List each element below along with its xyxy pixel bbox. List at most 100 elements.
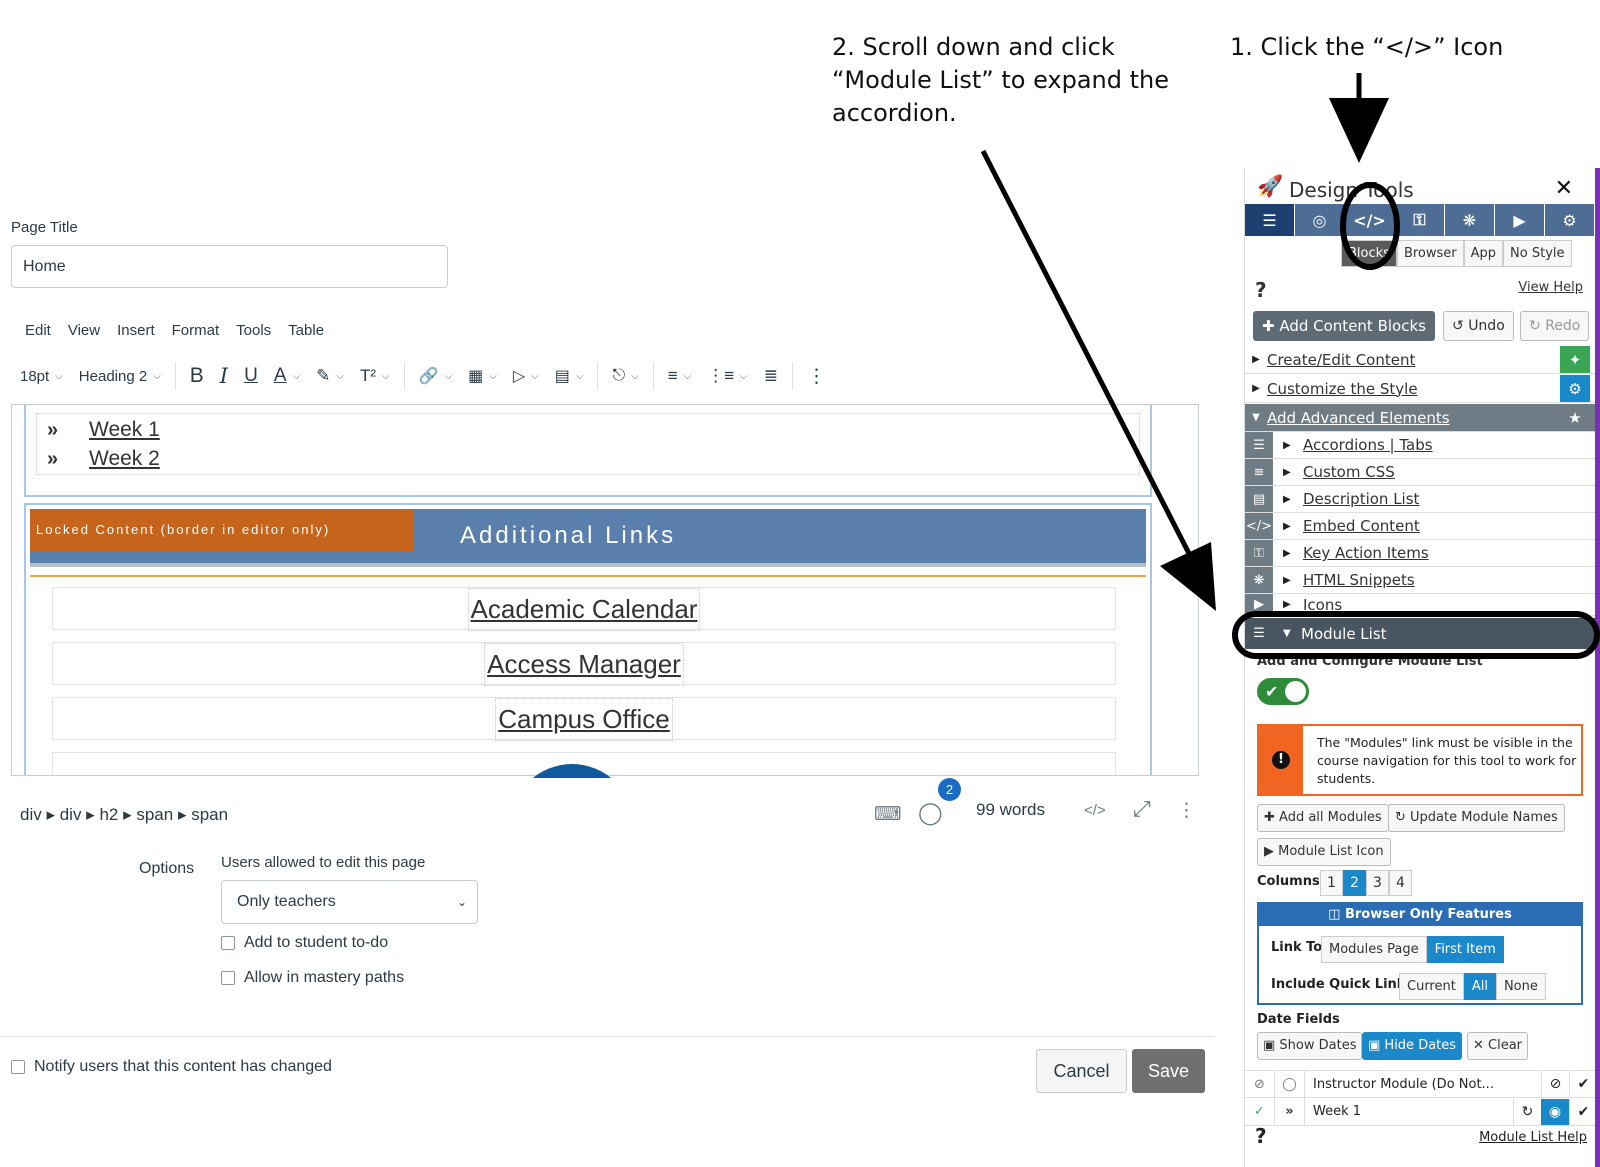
adv-label[interactable]: Accordions | Tabs — [1303, 436, 1433, 454]
html-view-icon[interactable]: </> — [1084, 802, 1106, 819]
adv-icons[interactable]: ▶ ▶ Icons — [1245, 594, 1595, 616]
section-label[interactable]: Customize the Style — [1267, 380, 1418, 398]
link-to-option[interactable]: First Item — [1426, 936, 1504, 963]
keyboard-icon[interactable]: ⌨ — [874, 803, 901, 826]
adv-embed[interactable]: </> ▶ Embed Content — [1245, 513, 1595, 540]
tab-code-icon[interactable]: </> — [1345, 204, 1395, 236]
more-icon[interactable]: ⋮ — [799, 358, 834, 394]
mode-app[interactable]: App — [1463, 240, 1504, 267]
link-to-option[interactable]: Modules Page — [1321, 936, 1427, 963]
save-button[interactable]: Save — [1132, 1049, 1205, 1093]
page-title-input[interactable]: Home — [11, 245, 448, 288]
help-icon[interactable]: ? — [1255, 278, 1267, 302]
shield-icon[interactable]: ◯ — [1275, 1070, 1305, 1098]
adv-accordions[interactable]: ☰ ▶ Accordions | Tabs — [1245, 432, 1595, 459]
week-link[interactable]: Week 2 — [83, 447, 160, 471]
text-color-icon[interactable]: A ⌵ — [266, 358, 308, 394]
accessibility-icon[interactable]: ◯ — [918, 800, 943, 826]
plugin-icon[interactable]: ⎋ ⌵ — [604, 358, 646, 394]
check-icon[interactable]: ✔ — [1569, 1071, 1597, 1097]
section-create-edit[interactable]: ▶ Create/Edit Content ✦ — [1245, 346, 1595, 374]
font-size-select[interactable]: 18pt ⌵ — [12, 358, 71, 394]
module-list-toggle[interactable]: ✔ — [1257, 678, 1309, 705]
edit-permission-select[interactable]: Only teachers ⌄ — [221, 880, 478, 924]
highlight-icon[interactable]: ✎ ⌵ — [308, 358, 352, 394]
menu-view[interactable]: View — [68, 322, 100, 339]
notify-checkbox[interactable] — [11, 1059, 25, 1074]
menu-insert[interactable]: Insert — [117, 322, 155, 339]
eye-slash-icon[interactable]: ⊘ — [1541, 1071, 1569, 1097]
update-module-names-button[interactable]: ↻ Update Module Names — [1388, 804, 1565, 832]
section-customize-style[interactable]: ▶ Customize the Style ⚙ — [1245, 375, 1595, 403]
column-option[interactable]: 1 — [1320, 870, 1343, 896]
undo-button[interactable]: ↺ Undo — [1443, 311, 1514, 341]
cancel-button[interactable]: Cancel — [1036, 1049, 1127, 1093]
adv-label[interactable]: Description List — [1303, 490, 1419, 508]
eye-icon[interactable]: ◉ — [1541, 1098, 1569, 1125]
double-chevron-icon[interactable]: » — [1275, 1097, 1305, 1126]
mode-browser[interactable]: Browser — [1396, 240, 1464, 267]
tab-target-icon[interactable]: ◎ — [1295, 204, 1345, 236]
link-campus-office[interactable]: Campus Office — [495, 698, 673, 741]
menu-table[interactable]: Table — [288, 322, 324, 339]
menu-format[interactable]: Format — [172, 322, 220, 339]
add-content-blocks-button[interactable]: ✚ Add Content Blocks — [1253, 311, 1435, 341]
column-option[interactable]: 4 — [1389, 870, 1412, 896]
view-help-link[interactable]: View Help — [1518, 280, 1583, 295]
adv-custom-css[interactable]: ≡ ▶ Custom CSS — [1245, 459, 1595, 486]
check-icon[interactable]: ✔ — [1569, 1098, 1597, 1125]
show-dates-button[interactable]: ▣ Show Dates — [1257, 1032, 1363, 1060]
column-option[interactable]: 2 — [1343, 870, 1366, 896]
module-list-help-link[interactable]: Module List Help — [1479, 1130, 1587, 1145]
tab-blocks-icon[interactable]: ☰ — [1245, 204, 1295, 236]
quick-links-option[interactable]: All — [1463, 973, 1496, 1000]
align-icon[interactable]: ≡ ⌵ — [660, 358, 700, 394]
editor-content-area[interactable]: » Week 1 » Week 2 Additional Links Locke… — [11, 404, 1199, 776]
mode-blocks[interactable]: Blocks — [1341, 240, 1397, 267]
superscript-icon[interactable]: T² ⌵ — [352, 358, 398, 394]
list-icon[interactable]: ⋮≡ ⌵ — [699, 358, 756, 394]
fullscreen-icon[interactable]: ⤢ — [1133, 796, 1151, 822]
help-icon[interactable]: ? — [1255, 1124, 1267, 1148]
column-option[interactable]: 3 — [1366, 870, 1389, 896]
link-academic-calendar[interactable]: Academic Calendar — [467, 588, 701, 631]
italic-icon[interactable]: I — [212, 358, 236, 394]
adv-label[interactable]: Icons — [1303, 596, 1342, 614]
path-item[interactable]: span — [191, 805, 228, 824]
mastery-checkbox[interactable] — [221, 970, 235, 985]
path-item[interactable]: span — [136, 805, 173, 824]
menu-tools[interactable]: Tools — [236, 322, 271, 339]
media-icon[interactable]: ▷ ⌵ — [505, 358, 547, 394]
indent-icon[interactable]: ≣ — [756, 358, 786, 394]
resize-handle-icon[interactable]: ⋮ — [1177, 799, 1196, 822]
adv-description-list[interactable]: ▤ ▶ Description List — [1245, 486, 1595, 513]
link-access-manager[interactable]: Access Manager — [484, 643, 684, 686]
document-icon[interactable]: ▤ ⌵ — [547, 358, 592, 394]
module-list-icon-button[interactable]: ▶ Module List Icon — [1257, 838, 1391, 866]
path-item[interactable]: h2 — [99, 805, 118, 824]
module-list-section[interactable]: ☰ ▼ Module List — [1245, 618, 1597, 649]
adv-html-snippets[interactable]: ❋ ▶ HTML Snippets — [1245, 567, 1595, 594]
add-all-modules-button[interactable]: ✚ Add all Modules — [1257, 804, 1389, 832]
hide-dates-button[interactable]: ▣ Hide Dates — [1362, 1032, 1463, 1060]
section-label[interactable]: Create/Edit Content — [1267, 351, 1415, 369]
path-item[interactable]: div — [20, 805, 42, 824]
tab-puzzle-icon[interactable]: ❋ — [1445, 204, 1495, 236]
quick-links-option[interactable]: None — [1495, 973, 1546, 1000]
clear-dates-button[interactable]: ✕ Clear — [1467, 1032, 1529, 1060]
menu-edit[interactable]: Edit — [25, 322, 51, 339]
check-circle-icon[interactable]: ✓ — [1245, 1097, 1275, 1126]
mode-no-style[interactable]: No Style — [1503, 240, 1572, 267]
bold-icon[interactable]: B — [182, 358, 212, 394]
path-item[interactable]: div — [60, 805, 82, 824]
quick-links-option[interactable]: Current — [1399, 973, 1464, 1000]
refresh-icon[interactable]: ↻ — [1513, 1098, 1541, 1125]
tab-key-icon[interactable]: ⚿ — [1395, 204, 1445, 236]
block-format-select[interactable]: Heading 2 ⌵ — [71, 358, 169, 394]
disabled-icon[interactable]: ⊘ — [1245, 1070, 1275, 1098]
adv-label[interactable]: Custom CSS — [1303, 463, 1395, 481]
week-link[interactable]: Week 1 — [83, 418, 160, 442]
redo-button[interactable]: ↻ Redo — [1520, 311, 1590, 341]
adv-label[interactable]: Embed Content — [1303, 517, 1420, 535]
image-icon[interactable]: ▦ ⌵ — [460, 358, 505, 394]
